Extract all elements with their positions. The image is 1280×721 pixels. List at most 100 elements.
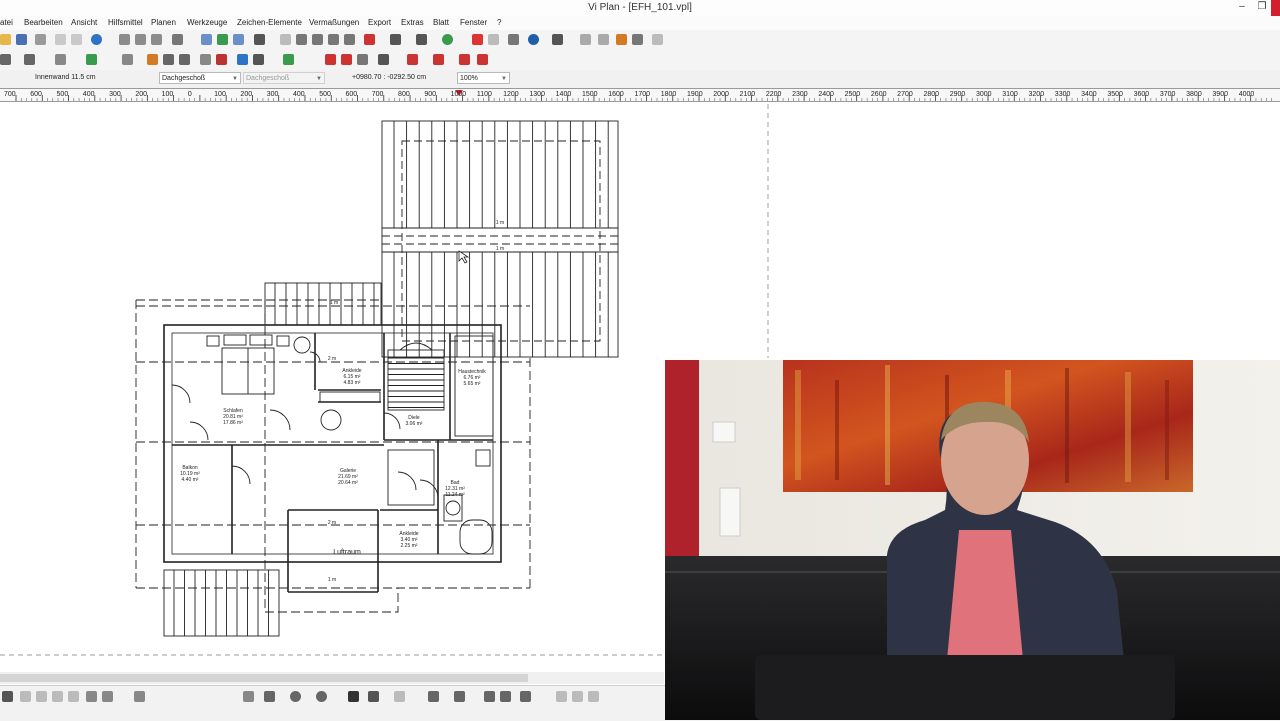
hatch-icon[interactable] [368, 691, 379, 702]
tool-g-icon[interactable] [459, 54, 470, 65]
beam-icon[interactable] [312, 34, 323, 45]
layer-icon[interactable] [280, 34, 291, 45]
sheet-icon[interactable] [616, 34, 627, 45]
tool-13-icon[interactable] [520, 691, 531, 702]
menu-ansicht[interactable]: Ansicht [71, 18, 97, 27]
stair-icon[interactable] [416, 34, 427, 45]
delete-icon[interactable] [472, 34, 483, 45]
tool-c-icon[interactable] [357, 54, 368, 65]
tool-h-icon[interactable] [477, 54, 488, 65]
horizontal-scrollbar[interactable] [0, 672, 664, 684]
circle-icon[interactable] [290, 691, 301, 702]
tool-12-icon[interactable] [500, 691, 511, 702]
print-icon[interactable] [35, 34, 46, 45]
fill-icon[interactable] [216, 54, 227, 65]
move-icon[interactable] [488, 34, 499, 45]
text-icon[interactable] [552, 34, 563, 45]
tool-5-icon[interactable] [86, 691, 97, 702]
tool-3-icon[interactable] [52, 691, 63, 702]
copy-icon[interactable] [55, 34, 66, 45]
tool-e-icon[interactable] [407, 54, 418, 65]
layer-dropdown-icon[interactable] [0, 54, 11, 65]
tool-11-icon[interactable] [484, 691, 495, 702]
close-button[interactable] [1271, 0, 1280, 16]
tool-4-icon[interactable] [68, 691, 79, 702]
door-icon[interactable] [147, 54, 158, 65]
tool-14-icon[interactable] [556, 691, 567, 702]
wall-icon[interactable] [296, 34, 307, 45]
catalog-icon[interactable] [253, 54, 264, 65]
export-icon[interactable] [598, 34, 609, 45]
line-icon[interactable] [264, 691, 275, 702]
zoom-all-icon[interactable] [135, 34, 146, 45]
window-icon[interactable] [122, 54, 133, 65]
grid-icon[interactable] [233, 34, 244, 45]
roof-icon[interactable] [344, 34, 355, 45]
menu-werkzeuge[interactable]: Werkzeuge [187, 18, 227, 27]
text-tool-icon[interactable] [179, 54, 190, 65]
mirror-icon[interactable] [390, 34, 401, 45]
stairs-icon[interactable] [200, 54, 211, 65]
zoom-window-icon[interactable] [119, 34, 130, 45]
floor-select-2[interactable]: Dachgeschoß ▼ [243, 72, 325, 84]
tool-6-icon[interactable] [102, 691, 113, 702]
tool-7-icon[interactable] [134, 691, 145, 702]
menu-zeichen-elemente[interactable]: Zeichen-Elemente [237, 18, 302, 27]
menu-fenster[interactable]: Fenster [460, 18, 487, 27]
paste-icon[interactable] [71, 34, 82, 45]
minimize-icon[interactable]: – [1234, 1, 1250, 12]
restore-icon[interactable]: ❐ [1254, 1, 1270, 12]
clear-icon[interactable] [652, 34, 663, 45]
menu-export[interactable]: Export [368, 18, 391, 27]
snap-icon[interactable] [217, 34, 228, 45]
menu-bearbeiten[interactable]: Bearbeiten [24, 18, 63, 27]
slab-icon[interactable] [328, 34, 339, 45]
table-icon[interactable] [55, 54, 66, 65]
tool-16-icon[interactable] [588, 691, 599, 702]
save-icon[interactable] [16, 34, 27, 45]
home-icon[interactable] [24, 54, 35, 65]
tool-f-icon[interactable] [433, 54, 444, 65]
trim-icon[interactable] [364, 34, 375, 45]
menu-hilfsmittel[interactable]: Hilfsmittel [108, 18, 143, 27]
text-a-icon[interactable] [348, 691, 359, 702]
info-icon[interactable] [91, 34, 102, 45]
tool-1-icon[interactable] [20, 691, 31, 702]
tool-d-icon[interactable] [378, 54, 389, 65]
frame-icon[interactable] [632, 34, 643, 45]
house-icon[interactable] [86, 54, 97, 65]
tool-9-icon[interactable] [428, 691, 439, 702]
menu-vermassungen[interactable]: Vermaßungen [309, 18, 359, 27]
terrain-icon[interactable] [283, 54, 294, 65]
object-icon[interactable] [237, 54, 248, 65]
open-icon[interactable] [0, 34, 11, 45]
euro-icon[interactable] [528, 34, 539, 45]
floor-select[interactable]: Dachgeschoß ▼ [159, 72, 241, 84]
settings-icon[interactable] [508, 34, 519, 45]
scrollbar-thumb[interactable] [0, 674, 528, 682]
snap-grid-icon[interactable] [2, 691, 13, 702]
tool-10-icon[interactable] [454, 691, 465, 702]
measure-icon[interactable] [254, 34, 265, 45]
zoom-icon[interactable] [151, 34, 162, 45]
page-icon[interactable] [243, 691, 254, 702]
tool-15-icon[interactable] [572, 691, 583, 702]
tool-b-icon[interactable] [341, 54, 352, 65]
menu-blatt[interactable]: Blatt [433, 18, 449, 27]
menu-help[interactable]: ? [497, 18, 501, 27]
select-icon[interactable] [201, 34, 212, 45]
ruler-label: 2000 [713, 91, 729, 98]
add-icon[interactable] [442, 34, 453, 45]
tool-a-icon[interactable] [325, 54, 336, 65]
menu-datei[interactable]: atei [0, 18, 13, 27]
zoom-select[interactable]: 100% ▼ [457, 72, 510, 84]
menu-extras[interactable]: Extras [401, 18, 424, 27]
tool-8-icon[interactable] [394, 691, 405, 702]
pan-hand-icon[interactable] [172, 34, 183, 45]
column-icon[interactable] [163, 54, 174, 65]
ellipse-icon[interactable] [316, 691, 327, 702]
render-icon[interactable] [580, 34, 591, 45]
tool-2-icon[interactable] [36, 691, 47, 702]
menu-planen[interactable]: Planen [151, 18, 176, 27]
horizontal-ruler: 700 600 500 400 300 200 100 0 100 200 300 400 500 600… [0, 88, 1280, 102]
